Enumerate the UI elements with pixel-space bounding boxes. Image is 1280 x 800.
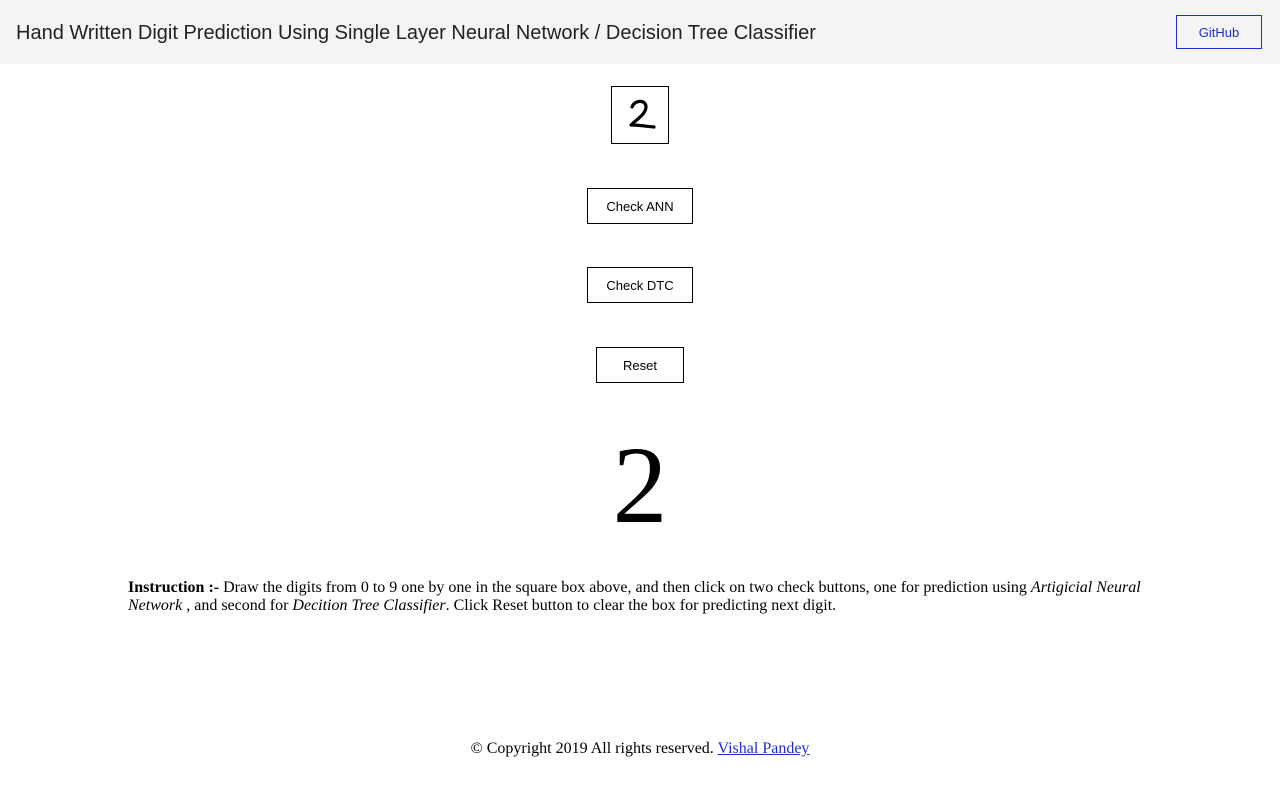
instruction-part-1: Draw the digits from 0 to 9 one by one i… [219,579,1031,596]
github-button[interactable]: GitHub [1176,15,1262,49]
copyright-text: © Copyright 2019 All rights reserved. [470,740,718,757]
instruction-text: Instruction :- Draw the digits from 0 to… [128,579,1158,615]
dtc-term: Decition Tree Classifier [292,597,446,614]
handwritten-digit-icon [629,99,656,129]
instruction-part-2: , and second for [182,597,293,614]
footer: © Copyright 2019 All rights reserved. Vi… [0,740,1280,758]
drawing-canvas[interactable] [611,86,669,144]
instruction-label: Instruction :- [128,579,220,596]
instruction-part-3: . Click Reset button to clear the box fo… [445,597,837,614]
author-link[interactable]: Vishal Pandey [718,740,810,757]
prediction-result: 2 [612,424,668,546]
check-dtc-button[interactable]: Check DTC [587,267,693,303]
top-bar: Hand Written Digit Prediction Using Sing… [0,0,1280,64]
reset-button[interactable]: Reset [596,347,684,383]
page-title: Hand Written Digit Prediction Using Sing… [16,22,816,44]
check-ann-button[interactable]: Check ANN [587,188,693,224]
